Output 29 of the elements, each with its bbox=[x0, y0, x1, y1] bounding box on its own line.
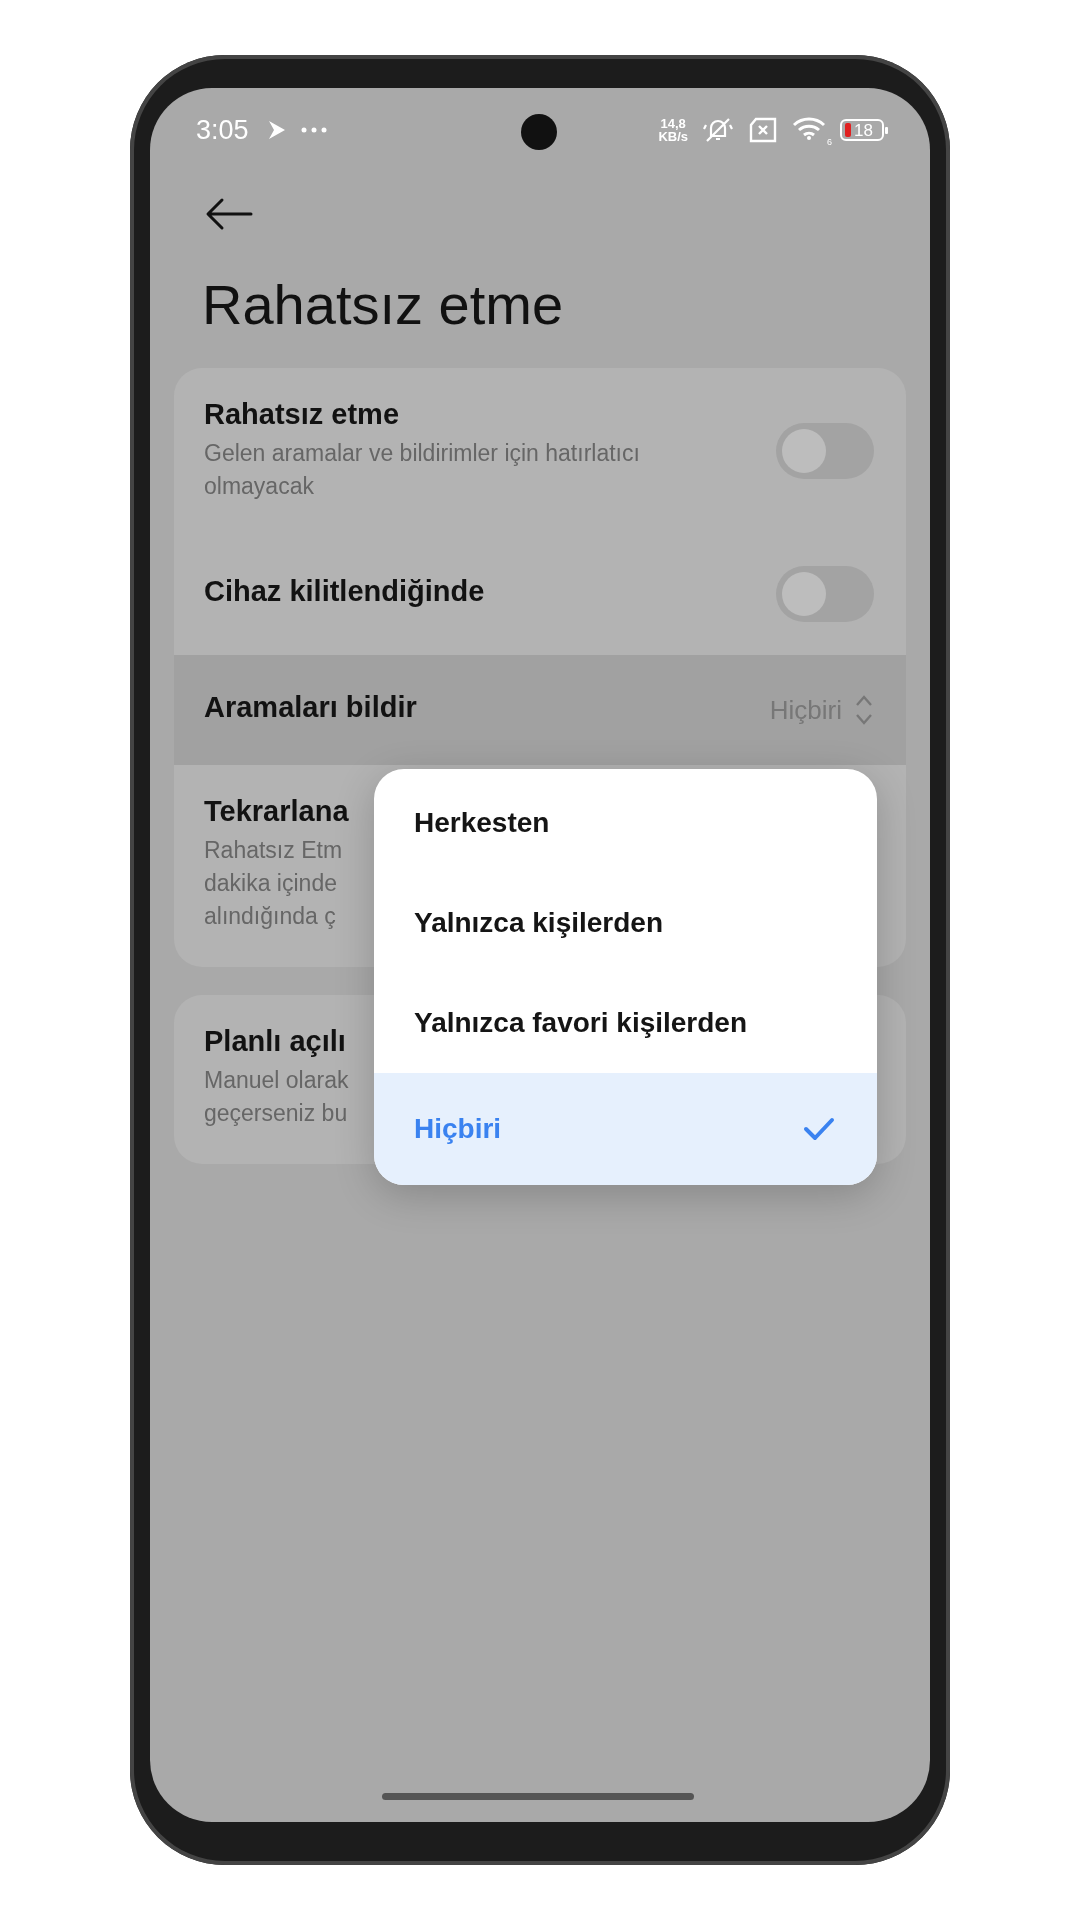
row-title: Cihaz kilitlendiğinde bbox=[204, 574, 485, 608]
wifi-icon bbox=[792, 115, 826, 141]
sim-card-icon bbox=[748, 117, 778, 143]
play-icon bbox=[266, 119, 287, 141]
row-title: Tekrarlana bbox=[204, 795, 349, 829]
page-title: Rahatsız etme bbox=[202, 272, 565, 338]
row-description: geçerseniz bu bbox=[204, 1099, 348, 1129]
wifi-label: 6 bbox=[827, 137, 832, 147]
row-description: Gelen aramalar ve bildirimler için hatırlatıcı bbox=[204, 439, 640, 469]
row-description: olmayacak bbox=[204, 472, 314, 502]
back-arrow-icon[interactable] bbox=[205, 197, 253, 231]
checkmark-icon bbox=[803, 1117, 835, 1141]
menu-option[interactable]: Herkesten bbox=[374, 773, 877, 873]
speed-unit: KB/s bbox=[658, 130, 688, 143]
row-title: Planlı açılı bbox=[204, 1025, 346, 1059]
status-time: 3:05 bbox=[196, 114, 249, 146]
row-title: Aramaları bildir bbox=[204, 690, 417, 724]
row-title: Rahatsız etme bbox=[204, 398, 399, 432]
row-description: alındığında ç bbox=[204, 902, 336, 932]
settings-row[interactable]: Rahatsız etme Gelen aramalar ve bildirimler için hatırlatıcı olmayacak bbox=[174, 368, 906, 534]
menu-option[interactable]: Yalnızca favori kişilerden bbox=[374, 973, 877, 1073]
speed-value: 14,8 bbox=[660, 117, 686, 130]
more-icon bbox=[300, 127, 327, 133]
row-description: Rahatsız Etm bbox=[204, 836, 343, 866]
camera-hole bbox=[521, 114, 557, 150]
settings-row[interactable]: Cihaz kilitlendiğinde bbox=[174, 533, 906, 656]
row-description: dakika içinde bbox=[204, 869, 337, 899]
menu-option[interactable]: Yalnızca kişilerden bbox=[374, 873, 877, 973]
row-description: Manuel olarak bbox=[204, 1066, 349, 1096]
